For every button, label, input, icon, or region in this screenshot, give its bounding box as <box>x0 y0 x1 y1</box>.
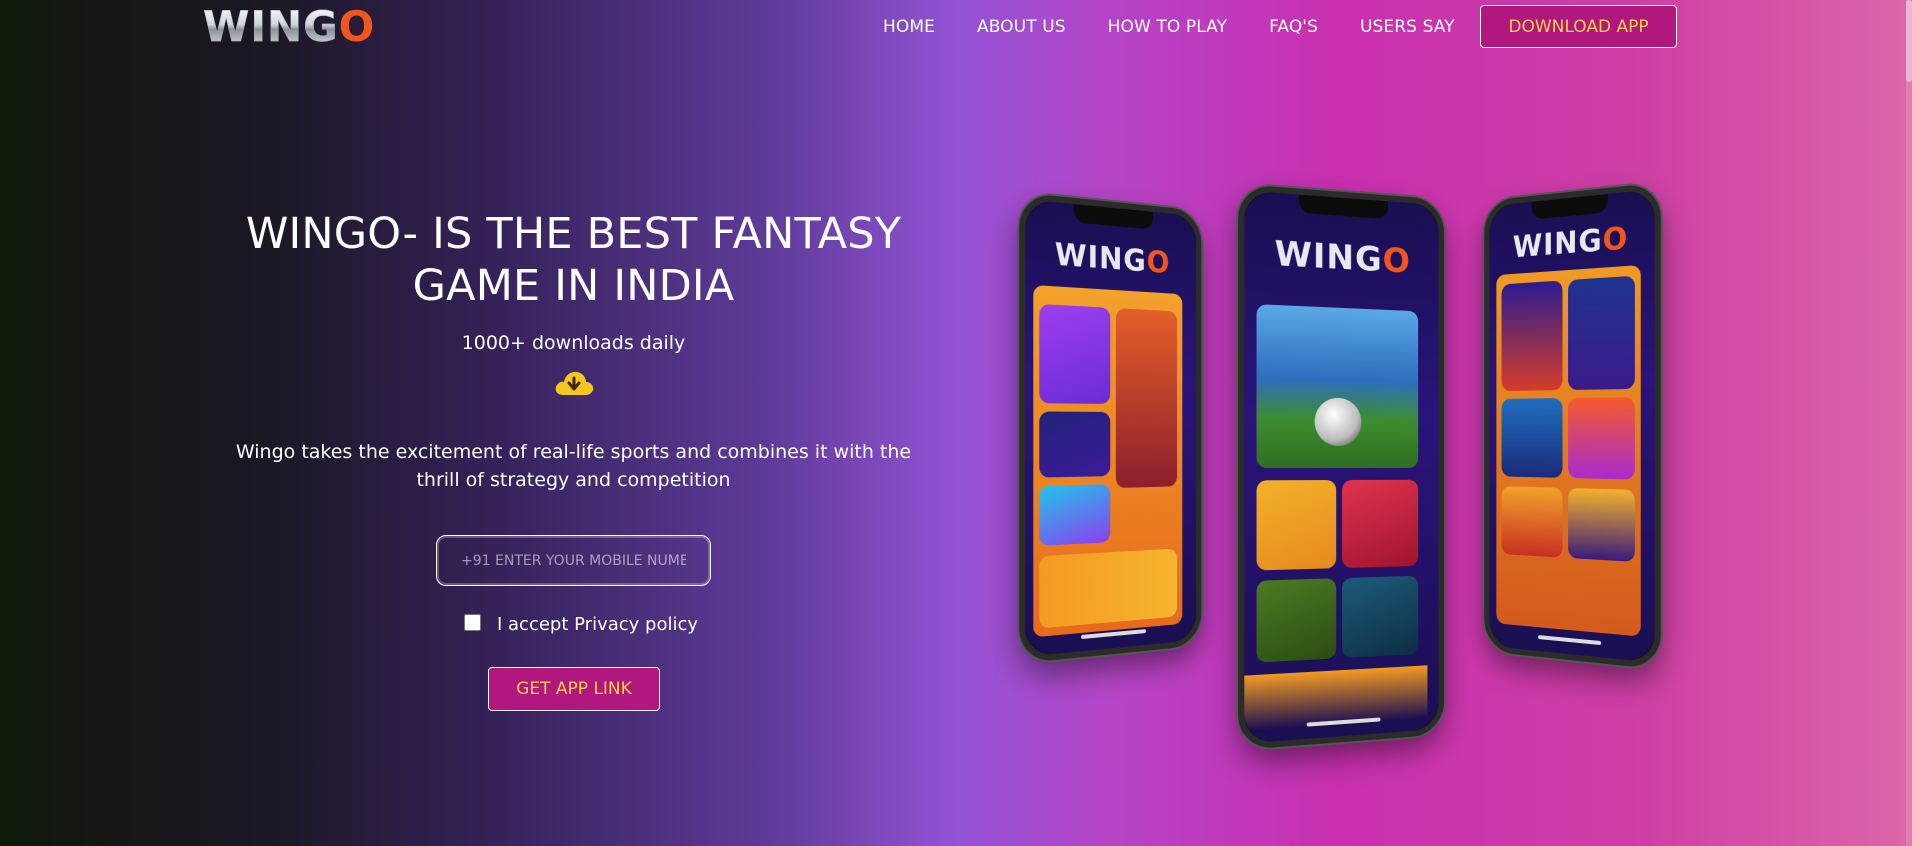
phone-notch <box>1531 194 1608 220</box>
scrollbar-thumb[interactable] <box>1906 0 1912 82</box>
phone-notch <box>1074 204 1153 230</box>
logo-text-accent: O <box>338 2 376 51</box>
download-app-button[interactable]: DOWNLOAD APP <box>1480 5 1677 48</box>
phone-mockup-center: WINGO <box>1238 183 1445 751</box>
phone-brand-logo: WINGO <box>1512 220 1629 266</box>
screen-card <box>1501 486 1563 558</box>
cloud-download-icon <box>555 371 593 395</box>
phone-notch <box>1298 194 1389 220</box>
phone-screen: WINGO <box>1489 189 1655 663</box>
nav-faqs[interactable]: FAQ'S <box>1269 17 1318 37</box>
phone-brand-logo: WINGO <box>1054 237 1171 281</box>
nav-home[interactable]: HOME <box>883 17 935 37</box>
screen-card <box>1256 578 1337 663</box>
phone-mockup-left: WINGO <box>1019 192 1202 664</box>
soccer-ball-icon <box>1314 397 1362 447</box>
privacy-consent: I accept Privacy policy <box>462 614 698 635</box>
screen-card <box>1342 575 1419 659</box>
screen-card <box>1501 280 1563 392</box>
hero-title-line1: WINGO- IS THE BEST FANTASY <box>245 209 902 259</box>
hero-title-line2: GAME IN INDIA <box>412 261 735 311</box>
logo-text: WING <box>203 2 339 51</box>
hero-subtitle: 1000+ downloads daily <box>461 332 686 354</box>
screen-card <box>1501 398 1563 478</box>
screen-card <box>1039 303 1111 404</box>
screen-card <box>1256 480 1337 571</box>
privacy-label: I accept Privacy policy <box>497 614 699 635</box>
phone-screen: WINGO <box>1025 199 1197 657</box>
screen-card <box>1039 548 1178 629</box>
nav-how-to-play[interactable]: HOW TO PLAY <box>1108 17 1227 37</box>
screen-card <box>1568 487 1635 562</box>
nav-about-us[interactable]: ABOUT US <box>977 17 1066 37</box>
screen-card <box>1568 275 1635 391</box>
hero-description: Wingo takes the excitement of real-life … <box>235 441 912 491</box>
phone-brand-logo: WINGO <box>1274 233 1411 282</box>
phone-mockup-right: WINGO <box>1484 182 1661 670</box>
logo[interactable]: WING O <box>203 2 376 51</box>
scrollbar[interactable] <box>1906 0 1912 846</box>
screen-card <box>1342 479 1419 569</box>
get-app-link-button[interactable]: GET APP LINK <box>488 667 660 711</box>
mobile-number-input[interactable] <box>436 535 711 586</box>
main-nav: HOME ABOUT US HOW TO PLAY FAQ'S USERS SA… <box>883 4 1491 50</box>
screen-card <box>1039 484 1111 546</box>
nav-users-say[interactable]: USERS SAY <box>1360 17 1455 37</box>
phone-home-bar <box>1538 635 1601 646</box>
screen-card <box>1115 308 1178 488</box>
app-preview-phones: WINGO WINGO WINGO <box>1010 182 1670 751</box>
hero-section: WINGO- IS THE BEST FANTASY GAME IN INDIA… <box>200 200 947 494</box>
hero-title: WINGO- IS THE BEST FANTASY GAME IN INDIA <box>200 208 947 312</box>
privacy-checkbox[interactable] <box>464 614 481 631</box>
phone-screen: WINGO <box>1244 190 1439 744</box>
screen-card <box>1039 411 1111 478</box>
screen-card <box>1568 397 1635 480</box>
